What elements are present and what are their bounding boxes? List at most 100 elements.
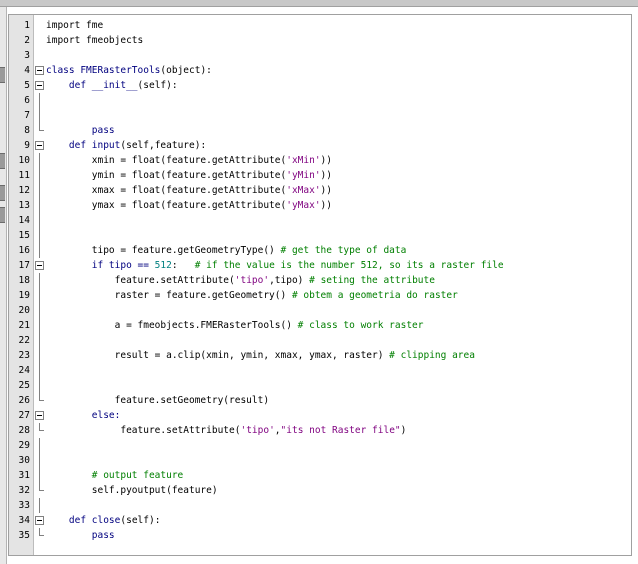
code-token: xmax = float(feature.getAttribute( [46, 185, 287, 196]
fold-guide-line [39, 348, 40, 363]
line-number: 18 [18, 275, 30, 286]
fold-guide-line [39, 93, 40, 108]
code-line[interactable]: 9 def input(self,feature): [9, 138, 631, 153]
code-line[interactable]: 19 raster = feature.getGeometry() # obte… [9, 288, 631, 303]
fold-end-marker [39, 393, 44, 401]
fold-guide-line [39, 378, 40, 393]
line-number: 7 [24, 110, 30, 121]
code-text[interactable]: raster = feature.getGeometry() # obtem a… [46, 288, 458, 303]
code-text[interactable]: # output feature [46, 468, 184, 483]
code-text[interactable]: feature.setAttribute('tipo',"its not Ras… [46, 423, 406, 438]
code-line[interactable]: 24 [9, 363, 631, 378]
line-number: 30 [18, 455, 30, 466]
code-line[interactable]: 27 else: [9, 408, 631, 423]
dock-tab[interactable] [0, 67, 5, 83]
code-token: )) [320, 200, 332, 211]
fold-toggle-icon[interactable] [35, 81, 44, 90]
code-line[interactable]: 21 a = fmeobjects.FMERasterTools() # cla… [9, 318, 631, 333]
code-line[interactable]: 14 [9, 213, 631, 228]
code-token: a = fmeobjects.FMERasterTools() [46, 320, 298, 331]
code-text[interactable]: import fme [46, 18, 103, 33]
code-line[interactable]: 4 class FMERasterTools(object): [9, 63, 631, 78]
fold-toggle-icon[interactable] [35, 516, 44, 525]
code-line[interactable]: 28 feature.setAttribute('tipo',"its not … [9, 423, 631, 438]
code-text[interactable]: import fmeobjects [46, 33, 143, 48]
fold-toggle-icon[interactable] [35, 411, 44, 420]
code-text[interactable]: xmax = float(feature.getAttribute('xMax'… [46, 183, 332, 198]
line-number: 33 [18, 500, 30, 511]
code-line[interactable]: 29 [9, 438, 631, 453]
code-line[interactable]: 2 import fmeobjects [9, 33, 631, 48]
code-line[interactable]: 31 # output feature [9, 468, 631, 483]
code-token: # get the type of data [280, 245, 407, 256]
code-text[interactable]: def input(self,feature): [46, 138, 206, 153]
code-line[interactable]: 7 [9, 108, 631, 123]
code-text[interactable]: feature.setGeometry(result) [46, 393, 269, 408]
code-token: import fmeobjects [46, 35, 144, 46]
code-line[interactable]: 15 [9, 228, 631, 243]
code-line[interactable]: 10 xmin = float(feature.getAttribute('xM… [9, 153, 631, 168]
code-text[interactable]: def close(self): [46, 513, 161, 528]
code-text[interactable]: ymax = float(feature.getAttribute('yMax'… [46, 198, 332, 213]
code-line[interactable]: 26 feature.setGeometry(result) [9, 393, 631, 408]
line-number: 4 [24, 65, 30, 76]
code-line[interactable]: 17 if tipo == 512: # if the value is the… [9, 258, 631, 273]
line-number: 15 [18, 230, 30, 241]
code-line[interactable]: 33 [9, 498, 631, 513]
code-token: # seting the attribute [309, 275, 435, 286]
code-line[interactable]: 5 def __init__(self): [9, 78, 631, 93]
line-number: 11 [18, 170, 30, 181]
fold-toggle-icon[interactable] [35, 261, 44, 270]
dock-tab[interactable] [0, 207, 5, 223]
code-text[interactable]: pass [46, 123, 115, 138]
code-text[interactable]: a = fmeobjects.FMERasterTools() # class … [46, 318, 424, 333]
fold-toggle-icon[interactable] [35, 66, 44, 75]
code-text[interactable]: class FMERasterTools(object): [46, 63, 212, 78]
code-line[interactable]: 22 [9, 333, 631, 348]
code-text[interactable]: tipo = feature.getGeometryType() # get t… [46, 243, 407, 258]
code-line[interactable]: 13 ymax = float(feature.getAttribute('yM… [9, 198, 631, 213]
code-text[interactable]: feature.setAttribute('tipo',tipo) # seti… [46, 273, 435, 288]
code-line[interactable]: 12 xmax = float(feature.getAttribute('xM… [9, 183, 631, 198]
fold-end-marker [39, 123, 44, 131]
code-text[interactable]: ymin = float(feature.getAttribute('yMin'… [46, 168, 332, 183]
code-token: ymax = float(feature.getAttribute( [46, 200, 287, 211]
code-line[interactable]: 35 pass [9, 528, 631, 543]
code-line[interactable]: 16 tipo = feature.getGeometryType() # ge… [9, 243, 631, 258]
code-line[interactable]: 1 import fme [9, 18, 631, 33]
fold-end-marker [39, 483, 44, 491]
code-text[interactable]: result = a.clip(xmin, ymin, xmax, ymax, … [46, 348, 475, 363]
code-token: )) [320, 185, 332, 196]
code-editor[interactable]: 1 import fme 2 import fmeobjects 3 4 class FME… [8, 14, 632, 556]
dock-tab[interactable] [0, 153, 5, 169]
code-line[interactable]: 6 [9, 93, 631, 108]
code-token: pass [46, 530, 115, 541]
code-line[interactable]: 11 ymin = float(feature.getAttribute('yM… [9, 168, 631, 183]
code-line[interactable]: 18 feature.setAttribute('tipo',tipo) # s… [9, 273, 631, 288]
code-line[interactable]: 20 [9, 303, 631, 318]
code-line[interactable]: 34 def close(self): [9, 513, 631, 528]
code-line[interactable]: 23 result = a.clip(xmin, ymin, xmax, yma… [9, 348, 631, 363]
line-number: 14 [18, 215, 30, 226]
code-token: (self,feature): [120, 140, 207, 151]
code-line[interactable]: 25 [9, 378, 631, 393]
code-line[interactable]: 3 [9, 48, 631, 63]
code-text[interactable]: if tipo == 512: # if the value is the nu… [46, 258, 504, 273]
code-token: close [91, 515, 121, 526]
code-text[interactable]: pass [46, 528, 115, 543]
code-text[interactable]: def __init__(self): [46, 78, 178, 93]
line-number: 29 [18, 440, 30, 451]
code-text[interactable]: else: [46, 408, 121, 423]
code-token: def [46, 140, 92, 151]
code-text[interactable]: self.pyoutput(feature) [46, 483, 218, 498]
fold-guide-line [39, 318, 40, 333]
fold-toggle-icon[interactable] [35, 141, 44, 150]
code-line[interactable]: 8 pass [9, 123, 631, 138]
code-text[interactable]: xmin = float(feature.getAttribute('xMin'… [46, 153, 332, 168]
code-token: # if the value is the number 512, so its… [194, 260, 504, 271]
dock-tab[interactable] [0, 185, 5, 201]
code-line[interactable]: 32 self.pyoutput(feature) [9, 483, 631, 498]
fold-guide-line [39, 273, 40, 288]
code-token: ) [400, 425, 407, 436]
code-line[interactable]: 30 [9, 453, 631, 468]
